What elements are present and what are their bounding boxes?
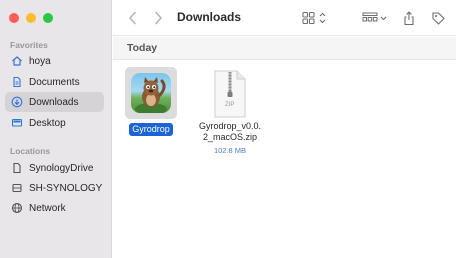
sidebar-item-label: Downloads — [29, 96, 79, 108]
sidebar-item-synologydrive[interactable]: SynologyDrive — [5, 158, 104, 178]
sidebar-item-label: SH-SYNOLOGY — [29, 182, 103, 194]
file-browser: Today Gyrodrop ZIP Gyrodrop_v0.0. 2_macO… — [113, 37, 456, 258]
group-title: Today — [127, 42, 158, 54]
zip-badge: ZIP — [225, 102, 235, 108]
server-icon — [11, 182, 23, 194]
file-size: 102.8 MB — [213, 146, 247, 155]
group-icon — [362, 12, 387, 22]
zoom-window-button[interactable] — [43, 13, 53, 23]
tag-icon — [431, 11, 445, 25]
home-icon — [11, 55, 23, 67]
group-header: Today — [113, 37, 456, 60]
zip-file-icon — [204, 69, 256, 119]
share-button[interactable] — [401, 9, 417, 27]
sidebar-item-label: Documents — [29, 76, 80, 88]
sidebar-item-label: hoya — [29, 55, 51, 67]
drive-icon — [11, 162, 23, 174]
file-icon-selection — [125, 67, 177, 119]
sidebar-item-hoya[interactable]: hoya — [5, 51, 104, 71]
sidebar-item-label: SynologyDrive — [29, 162, 94, 174]
file-name: Gyrodrop — [129, 123, 173, 136]
sidebar-item-label: Network — [29, 202, 66, 214]
window-controls — [9, 13, 53, 23]
minimize-window-button[interactable] — [26, 13, 36, 23]
forward-button[interactable] — [151, 9, 165, 27]
file-name-line1: Gyrodrop_v0.0. — [198, 121, 262, 131]
view-mode-button[interactable] — [301, 9, 331, 27]
app-icon — [131, 73, 171, 113]
document-icon — [11, 76, 23, 88]
tags-button[interactable] — [429, 9, 447, 27]
sidebar-item-network[interactable]: Network — [5, 198, 104, 218]
file-item-gyrodrop-zip[interactable]: ZIP Gyrodrop_v0.0. 2_macOS.zip 102.8 MB — [193, 69, 267, 155]
close-window-button[interactable] — [9, 13, 19, 23]
sidebar-item-sh-synology[interactable]: SH-SYNOLOGY — [5, 178, 104, 198]
sidebar-item-documents[interactable]: Documents — [5, 72, 104, 92]
sidebar-item-downloads[interactable]: Downloads — [5, 92, 104, 112]
back-button[interactable] — [125, 9, 139, 27]
sidebar-item-desktop[interactable]: Desktop — [5, 113, 104, 133]
toolbar: Downloads — [113, 0, 456, 36]
download-icon — [11, 96, 23, 108]
sidebar-item-label: Desktop — [29, 117, 66, 129]
group-by-button[interactable] — [361, 9, 391, 27]
share-icon — [404, 10, 414, 25]
window-title: Downloads — [177, 10, 242, 24]
network-icon — [11, 202, 23, 214]
file-name: Gyrodrop_v0.0. 2_macOS.zip — [199, 121, 261, 143]
locations-section-label: Locations — [10, 146, 51, 156]
chevron-right-icon — [154, 11, 162, 25]
icon-grid-icon — [302, 11, 326, 25]
favorites-section-label: Favorites — [10, 40, 48, 50]
desktop-icon — [11, 117, 23, 129]
chevron-left-icon — [128, 11, 136, 25]
file-item-gyrodrop[interactable]: Gyrodrop — [115, 67, 187, 137]
sidebar: Favorites hoya Documents Downloads Deskt… — [0, 0, 112, 258]
file-name-line2: 2_macOS.zip — [202, 132, 257, 142]
